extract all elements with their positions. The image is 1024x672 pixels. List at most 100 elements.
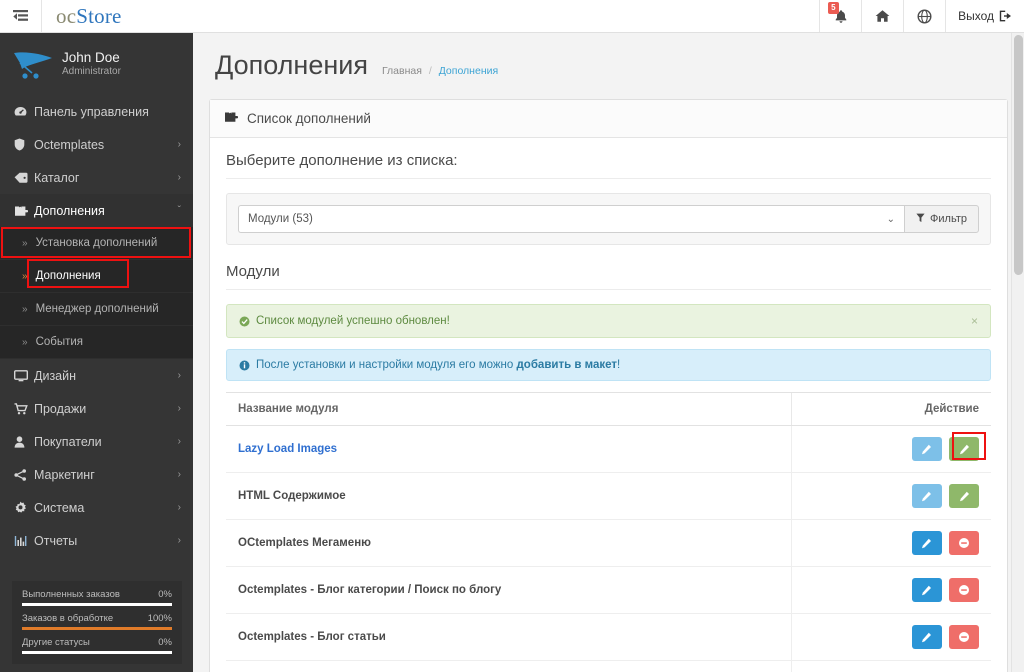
chevron-right-icon: › — [177, 403, 181, 414]
module-name: OCtemplates Мегаменю — [238, 537, 371, 549]
filter-button[interactable]: Фильтр — [904, 205, 979, 233]
module-actions-cell — [790, 566, 991, 614]
profile-role: Administrator — [62, 66, 121, 77]
breadcrumb-current[interactable]: Дополнения — [439, 65, 498, 77]
stat-label: Выполненных заказов — [22, 589, 120, 600]
install-module-button[interactable] — [949, 437, 979, 461]
edit-module-button[interactable] — [911, 437, 942, 461]
sidebar-item-reports[interactable]: Отчеты › — [0, 524, 193, 557]
sidebar-label: Дополнения — [34, 203, 105, 218]
top-header: oc Store 5 Выход — [0, 0, 1024, 33]
stat-bar — [22, 603, 172, 606]
storefront-home-button[interactable] — [861, 0, 903, 32]
table-row: Lazy Load Images — [226, 425, 991, 473]
sidebar-item-octemplates[interactable]: Octemplates › — [0, 128, 193, 161]
addon-type-select[interactable]: Модули (53) ⌄ — [238, 205, 905, 233]
edit-module-button[interactable] — [911, 578, 942, 602]
close-icon[interactable]: × — [963, 314, 978, 328]
header-spacer — [122, 0, 820, 32]
sidebar-item-extensions[interactable]: Дополнения ˇ — [0, 194, 193, 227]
column-header-name: Название модуля — [226, 392, 791, 426]
logout-button[interactable]: Выход — [945, 0, 1024, 32]
sidebar-item-customers[interactable]: Покупатели › — [0, 425, 193, 458]
chevron-down-icon: ˇ — [177, 205, 181, 216]
globe-icon — [917, 8, 932, 24]
breadcrumb: Главная / Дополнения — [382, 65, 498, 77]
uninstall-module-button[interactable] — [949, 578, 979, 602]
module-actions-cell — [790, 425, 991, 473]
stat-label: Заказов в обработке — [22, 613, 114, 624]
edit-module-button[interactable] — [911, 531, 942, 555]
sidebar-label: Маркетинг — [34, 467, 95, 482]
info-text-before: После установки и настройки модуля его м… — [256, 359, 517, 371]
uninstall-module-button[interactable] — [949, 625, 979, 649]
module-actions-cell — [790, 519, 991, 567]
sidebar-item-catalog[interactable]: Каталог › — [0, 161, 193, 194]
user-icon — [14, 435, 34, 448]
shopping-cart-logo-icon — [14, 52, 52, 79]
notification-badge: 5 — [828, 2, 839, 14]
notifications-button[interactable]: 5 — [819, 0, 861, 32]
table-row: Octemplates - Блог категории / Поиск по … — [226, 566, 991, 614]
module-name-cell: OCtemplates Мегаменю — [226, 519, 791, 567]
install-module-button[interactable] — [949, 484, 979, 508]
submenu-item-events[interactable]: » События — [0, 326, 193, 359]
table-head: Название модуля Действие — [226, 392, 991, 426]
stat-fill — [22, 603, 172, 606]
module-name-cell: Octemplates - Блог категории / Поиск по … — [226, 566, 791, 614]
success-alert: Список модулей успешно обновлен! × — [226, 304, 991, 338]
profile-text: John Doe Administrator — [62, 50, 121, 77]
chevron-double-right-icon: » — [22, 270, 28, 282]
page-header: Дополнения Главная / Дополнения — [193, 33, 1024, 81]
breadcrumb-home[interactable]: Главная — [382, 65, 422, 77]
edit-module-button[interactable] — [911, 625, 942, 649]
support-button[interactable] — [903, 0, 945, 32]
scrollbar-thumb[interactable] — [1014, 35, 1023, 275]
submenu-item-extensions[interactable]: » Дополнения — [0, 260, 193, 293]
menu-toggle-icon[interactable] — [0, 0, 42, 32]
filter-button-label: Фильтр — [930, 213, 967, 225]
sidebar-item-dashboard[interactable]: Панель управления — [0, 95, 193, 128]
dashboard-icon — [14, 106, 34, 117]
chevron-right-icon: › — [177, 370, 181, 381]
stat-bar — [22, 627, 172, 630]
table-row: HTML Содержимое — [226, 472, 991, 520]
page-scrollbar[interactable] — [1011, 33, 1024, 672]
uninstall-module-button[interactable] — [949, 531, 979, 555]
chevron-down-icon: ⌄ — [886, 213, 896, 225]
module-name: Octemplates - Блог категории / Поиск по … — [238, 584, 502, 596]
sidebar-label: Octemplates — [34, 137, 105, 152]
brand-logo[interactable]: oc Store — [42, 0, 122, 32]
sidebar: John Doe Administrator Панель управления — [0, 33, 193, 672]
sidebar-item-sales[interactable]: Продажи › — [0, 392, 193, 425]
extensions-panel: Список дополнений Выберите дополнение из… — [209, 99, 1008, 672]
add-to-layout-link[interactable]: добавить в макет — [517, 359, 618, 371]
stat-row: Выполненных заказов 0% — [22, 589, 172, 606]
stat-fill — [22, 651, 172, 654]
logo-text-store: Store — [76, 3, 122, 28]
breadcrumb-separator: / — [428, 65, 432, 77]
module-name-cell: Octemplates - Блог статьи — [226, 613, 791, 661]
sidebar-label: Дизайн — [34, 368, 77, 383]
logout-icon — [999, 10, 1011, 22]
sidebar-item-marketing[interactable]: Маркетинг › — [0, 458, 193, 491]
submenu-item-install[interactable]: » Установка дополнений — [0, 227, 193, 260]
submenu-item-manager[interactable]: » Менеджер дополнений — [0, 293, 193, 326]
user-profile[interactable]: John Doe Administrator — [0, 33, 193, 95]
shield-icon — [14, 138, 34, 151]
sidebar-item-system[interactable]: Система › — [0, 491, 193, 524]
extensions-submenu: » Установка дополнений » Дополнения » Ме… — [0, 227, 193, 359]
modules-heading: Модули — [226, 263, 280, 280]
submenu-label: События — [35, 336, 84, 348]
chart-bar-icon — [14, 535, 34, 547]
share-icon — [14, 468, 34, 481]
module-actions-cell — [790, 472, 991, 520]
sidebar-item-design[interactable]: Дизайн › — [0, 359, 193, 392]
module-name: Octemplates - Блог статьи — [238, 631, 386, 643]
submenu-label: Менеджер дополнений — [35, 303, 159, 315]
table-body: Lazy Load Images HTML Содержимое OCtempl… — [226, 425, 991, 672]
module-name-link[interactable]: Lazy Load Images — [238, 443, 337, 455]
edit-module-button[interactable] — [911, 484, 942, 508]
funnel-icon — [916, 213, 925, 226]
cart-icon — [14, 402, 34, 415]
